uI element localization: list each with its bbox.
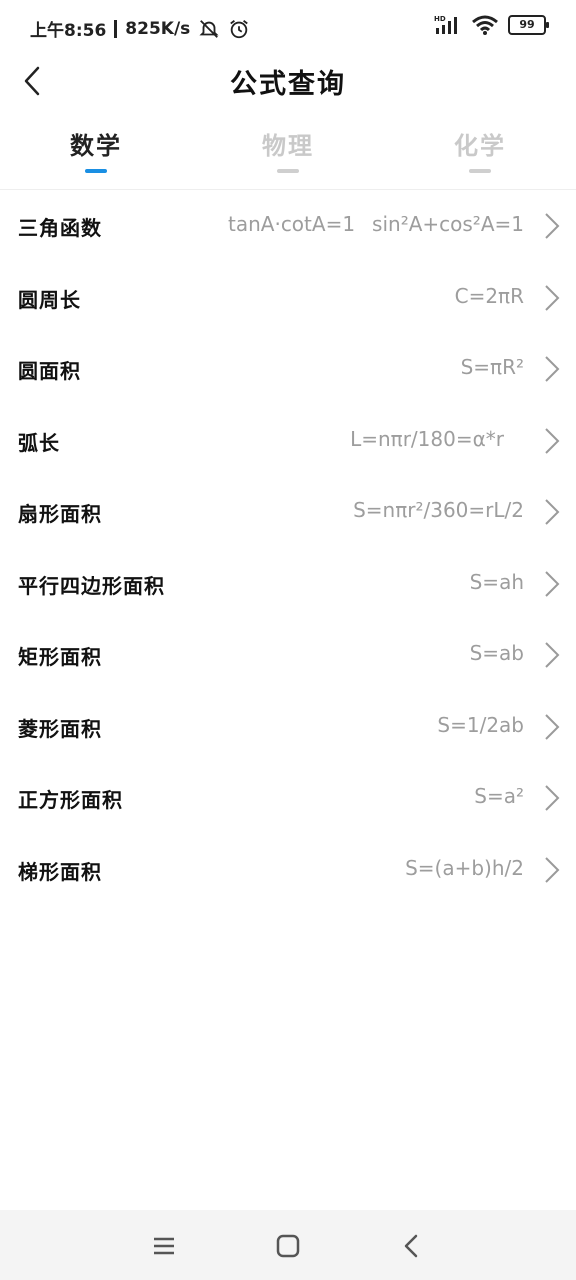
item-formula: S=πR² xyxy=(460,355,524,379)
chevron-right-icon xyxy=(545,499,560,525)
list-item-circle-area[interactable]: 圆面积 S=πR² xyxy=(0,333,576,405)
item-formula: S=a² xyxy=(474,784,524,808)
list-item-trapezoid-area[interactable]: 梯形面积 S=(a+b)h/2 xyxy=(0,834,576,906)
status-speed: 825K/s xyxy=(125,18,191,39)
item-formula-secondary: tanA·cotA=1 xyxy=(228,212,356,236)
tab-chemistry-label: 化学 xyxy=(454,131,506,160)
hd-label: HD xyxy=(434,15,446,23)
item-name: 三角函数 xyxy=(18,216,102,240)
nav-back-icon[interactable] xyxy=(396,1230,428,1262)
mute-bell-icon xyxy=(199,19,219,38)
chevron-right-icon xyxy=(545,856,560,883)
wifi-icon xyxy=(472,15,498,35)
chevron-right-icon xyxy=(545,785,560,811)
status-right: HD 99 xyxy=(434,14,549,36)
list-item-trig[interactable]: 三角函数 tanA·cotA=1 sin²A+cos²A=1 xyxy=(0,190,576,262)
item-formula: S=ah xyxy=(469,569,524,594)
item-name: 矩形面积 xyxy=(18,645,102,669)
item-formula: L=nπr/180=α*r xyxy=(350,426,504,451)
list-item-square-area[interactable]: 正方形面积 S=a² xyxy=(0,762,576,834)
tab-math-label: 数学 xyxy=(70,131,122,160)
status-time: 上午8:56 xyxy=(30,21,107,41)
tab-math-indicator xyxy=(85,169,107,173)
list-item-sector-area[interactable]: 扇形面积 S=nπr²/360=rL/2 xyxy=(0,476,576,548)
status-left: 上午8:56 825K/s xyxy=(30,16,250,41)
status-bar: 上午8:56 825K/s HD 99 xyxy=(0,0,576,56)
item-name: 弧长 xyxy=(18,430,60,455)
item-formula: S=ab xyxy=(469,641,524,665)
chevron-right-icon xyxy=(545,427,560,454)
system-nav-bar xyxy=(0,1210,576,1280)
chevron-right-icon xyxy=(545,284,560,311)
tab-bar: 数学 物理 化学 xyxy=(0,126,576,178)
status-separator xyxy=(114,19,118,38)
item-formula: sin²A+cos²A=1 xyxy=(372,212,524,236)
tab-math[interactable]: 数学 xyxy=(36,126,156,173)
chevron-right-icon xyxy=(545,642,560,668)
item-formula: S=1/2ab xyxy=(437,712,524,737)
item-formula: S=(a+b)h/2 xyxy=(405,855,524,880)
list-item-rectangle-area[interactable]: 矩形面积 S=ab xyxy=(0,619,576,691)
tab-physics-label: 物理 xyxy=(262,131,314,160)
list-item-circumference[interactable]: 圆周长 C=2πR xyxy=(0,262,576,334)
list-item-parallelogram-area[interactable]: 平行四边形面积 S=ah xyxy=(0,548,576,620)
menu-icon[interactable] xyxy=(148,1230,180,1262)
item-name: 平行四边形面积 xyxy=(18,573,165,598)
chevron-right-icon xyxy=(545,570,560,597)
battery-icon: 99 xyxy=(508,15,549,35)
chevron-right-icon xyxy=(545,213,560,239)
header: 公式查询 xyxy=(0,56,576,106)
item-formula: S=nπr²/360=rL/2 xyxy=(353,498,524,522)
home-icon[interactable] xyxy=(272,1230,304,1262)
formula-list: 三角函数 tanA·cotA=1 sin²A+cos²A=1 圆周长 C=2πR… xyxy=(0,190,576,905)
chevron-right-icon xyxy=(545,356,560,382)
list-item-rhombus-area[interactable]: 菱形面积 S=1/2ab xyxy=(0,691,576,763)
list-item-arc-length[interactable]: 弧长 L=nπr/180=α*r xyxy=(0,405,576,477)
item-name: 扇形面积 xyxy=(18,502,102,526)
tab-physics-indicator xyxy=(277,169,299,173)
chevron-right-icon xyxy=(545,713,560,740)
signal-icon: HD xyxy=(434,15,457,34)
tab-chemistry-indicator xyxy=(469,169,491,173)
tab-physics[interactable]: 物理 xyxy=(228,126,348,173)
alarm-icon xyxy=(230,19,249,38)
item-name: 菱形面积 xyxy=(18,716,102,741)
item-name: 圆周长 xyxy=(18,287,81,312)
page-title: 公式查询 xyxy=(230,69,346,100)
item-name: 正方形面积 xyxy=(18,788,123,812)
item-name: 梯形面积 xyxy=(18,859,102,884)
item-formula: C=2πR xyxy=(454,283,524,308)
item-name: 圆面积 xyxy=(18,359,81,383)
tab-chemistry[interactable]: 化学 xyxy=(420,126,540,173)
